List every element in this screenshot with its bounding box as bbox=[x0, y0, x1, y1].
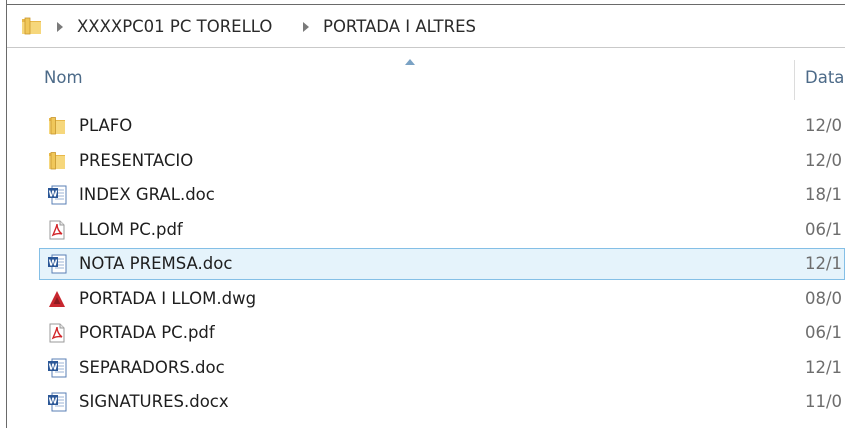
file-row[interactable]: PRESENTACIO 12/0 bbox=[39, 145, 845, 177]
file-date: 08/0 bbox=[805, 288, 843, 308]
file-date: 11/0 bbox=[805, 392, 843, 411]
file-name: INDEX GRAL.doc bbox=[79, 185, 215, 204]
file-name: SIGNATURES.docx bbox=[79, 392, 229, 411]
file-name: LLOM PC.pdf bbox=[79, 219, 183, 239]
file-row[interactable]: PLAFO 12/0 bbox=[39, 110, 845, 142]
column-header-name[interactable]: Nom bbox=[44, 68, 83, 87]
file-name: PRESENTACIO bbox=[79, 150, 194, 170]
folder-icon bbox=[47, 116, 67, 136]
file-name: NOTA PREMSA.doc bbox=[79, 254, 233, 273]
column-header-date[interactable]: Data bbox=[805, 68, 844, 87]
svg-text:W: W bbox=[49, 362, 58, 371]
chevron-right-icon[interactable] bbox=[57, 22, 63, 32]
word-document-icon: W bbox=[47, 358, 67, 378]
file-row[interactable]: PORTADA PC.pdf 06/1 bbox=[39, 317, 845, 349]
file-date: 12/0 bbox=[805, 116, 843, 135]
pdf-icon bbox=[47, 220, 67, 240]
file-name: PORTADA I LLOM.dwg bbox=[79, 288, 257, 308]
file-date: 18/1 bbox=[805, 185, 843, 204]
file-date: 12/1 bbox=[805, 254, 843, 273]
file-date: 06/1 bbox=[805, 323, 843, 342]
breadcrumb-item-pc-torello[interactable]: XXXXPC01 PC TORELLO bbox=[77, 17, 272, 36]
chevron-right-icon[interactable] bbox=[303, 22, 309, 32]
autocad-dwg-icon bbox=[47, 289, 67, 309]
file-row[interactable]: PORTADA I LLOM.dwg 08/0 bbox=[39, 283, 845, 315]
address-bar[interactable]: XXXXPC01 PC TORELLO PORTADA I ALTRES bbox=[7, 5, 845, 48]
file-date: 06/1 bbox=[805, 219, 843, 239]
file-row[interactable]: W SIGNATURES.docx 11/0 bbox=[39, 386, 845, 418]
svg-text:W: W bbox=[49, 258, 58, 267]
file-name: PLAFO bbox=[79, 116, 133, 135]
file-row[interactable]: W INDEX GRAL.doc 18/1 bbox=[39, 179, 845, 211]
file-date: 12/0 bbox=[805, 150, 843, 170]
window-left-edge bbox=[0, 0, 7, 428]
column-divider[interactable] bbox=[794, 60, 795, 100]
sort-ascending-icon bbox=[405, 59, 415, 65]
breadcrumb-item-portada-i-altres[interactable]: PORTADA I ALTRES bbox=[323, 17, 476, 36]
word-document-icon: W bbox=[47, 185, 67, 205]
word-document-icon: W bbox=[47, 254, 67, 274]
pdf-icon bbox=[47, 323, 67, 343]
word-document-icon: W bbox=[47, 392, 67, 412]
file-row[interactable]: W NOTA PREMSA.doc 12/1 bbox=[39, 248, 845, 280]
svg-text:W: W bbox=[49, 189, 58, 198]
column-header-row: Nom Data bbox=[7, 48, 845, 106]
folder-icon bbox=[47, 151, 67, 171]
file-row[interactable]: W SEPARADORS.doc 12/1 bbox=[39, 352, 845, 384]
folder-icon bbox=[22, 17, 41, 35]
file-date: 12/1 bbox=[805, 357, 843, 377]
svg-text:W: W bbox=[49, 396, 58, 405]
file-row[interactable]: LLOM PC.pdf 06/1 bbox=[39, 214, 845, 246]
file-name: PORTADA PC.pdf bbox=[79, 323, 215, 342]
file-name: SEPARADORS.doc bbox=[79, 357, 225, 377]
